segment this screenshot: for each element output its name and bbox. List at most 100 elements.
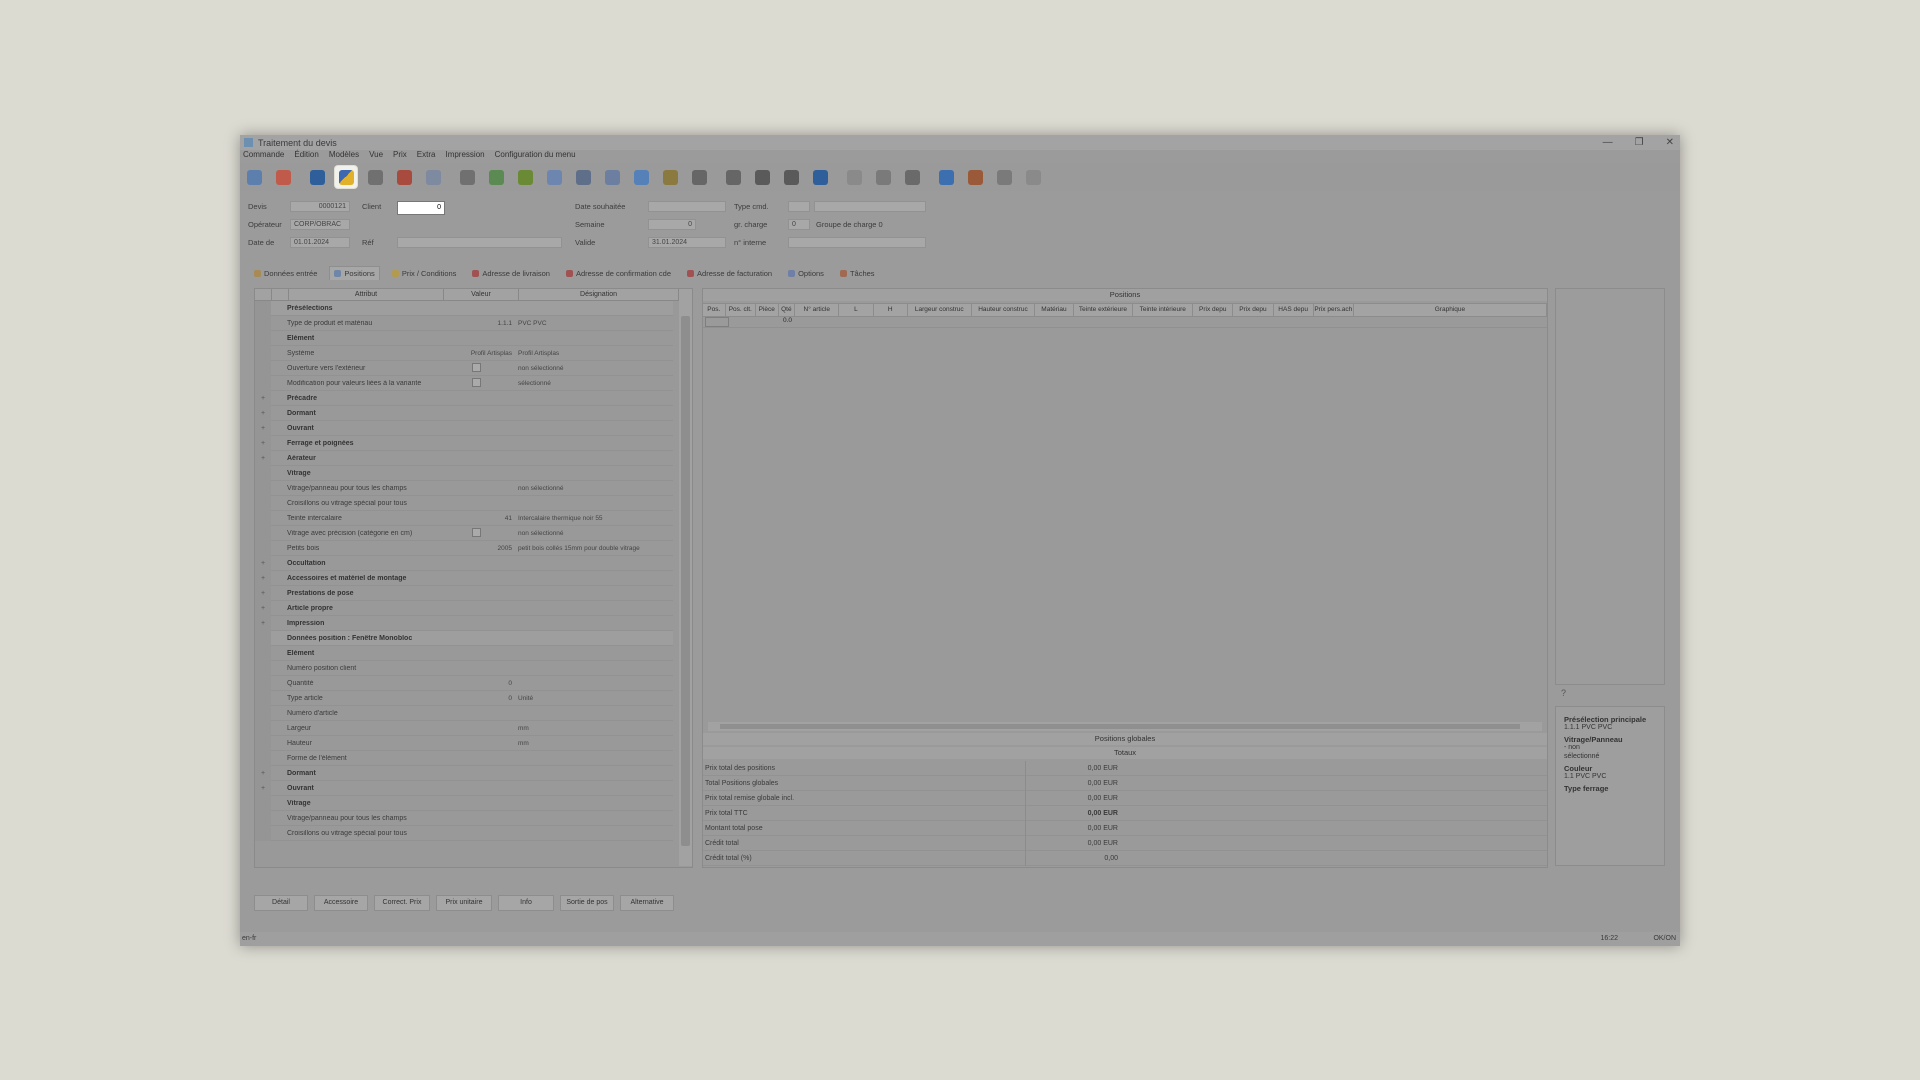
menu-item[interactable]: Impression [445, 150, 484, 162]
attribute-value[interactable] [441, 527, 515, 539]
user-tools-button[interactable] [335, 166, 357, 188]
client-input[interactable]: 0 [397, 201, 445, 215]
attribute-row[interactable]: Élément [255, 645, 673, 661]
expand-toggle[interactable]: + [255, 585, 271, 601]
attribute-row[interactable]: Présélections [255, 300, 673, 316]
hammer-button[interactable] [514, 166, 536, 188]
attribute-row[interactable]: + Ferrage et poignées [255, 435, 673, 451]
document-button[interactable] [422, 166, 444, 188]
help-icon[interactable]: ? [1561, 688, 1566, 698]
attribute-row[interactable]: Vitrage avec précision (catégorie en cm)… [255, 525, 673, 541]
column-header[interactable]: H [874, 304, 908, 316]
attribute-row[interactable]: Vitrage [255, 465, 673, 481]
print-button[interactable] [456, 166, 478, 188]
bottom-button-3[interactable]: Prix unitaire [436, 895, 492, 911]
tab-5[interactable]: Adresse de facturation [683, 266, 776, 280]
arrow-right-button[interactable] [630, 166, 652, 188]
disk-button[interactable] [688, 166, 710, 188]
column-header[interactable]: Largeur construc [908, 304, 972, 316]
column-header[interactable]: Pièce [756, 304, 779, 316]
attribute-value[interactable]: 2005 [441, 545, 515, 552]
clipboard-button[interactable] [1022, 166, 1044, 188]
totals-bar[interactable]: Totaux [703, 747, 1547, 759]
attribute-row[interactable]: Numéro d'article [255, 705, 673, 721]
search-button[interactable] [364, 166, 386, 188]
bottom-button-4[interactable]: Info [498, 895, 554, 911]
column-header[interactable]: N° article [795, 304, 840, 316]
positions-row[interactable]: 0.0 [703, 316, 1547, 328]
attribute-value[interactable]: 0 [441, 695, 515, 702]
tab-1[interactable]: Positions [329, 266, 380, 280]
expand-toggle[interactable]: + [255, 405, 271, 421]
column-header[interactable]: Teinte extérieure [1074, 304, 1134, 316]
attribute-row[interactable]: + Impression [255, 615, 673, 631]
attribute-row[interactable]: Élément [255, 330, 673, 346]
attribute-row[interactable]: + Précadre [255, 390, 673, 406]
expand-toggle[interactable]: + [255, 420, 271, 436]
expand-toggle[interactable]: + [255, 615, 271, 631]
valide-field[interactable]: 31.01.2024 [648, 237, 726, 248]
column-header[interactable]: L [839, 304, 874, 316]
pencil-button[interactable] [809, 166, 831, 188]
attribute-row[interactable]: Vitrage/panneau pour tous les champs [255, 810, 673, 826]
bottom-button-2[interactable]: Correct. Prix [374, 895, 430, 911]
operateur-field[interactable]: CORP/OBRAC [290, 219, 350, 230]
attribute-row[interactable]: Forme de l'élément [255, 750, 673, 766]
column-header[interactable]: Prix depu [1193, 304, 1234, 316]
attribute-row[interactable]: Teinte intercalaire 41 Intercalaire thermi… [255, 510, 673, 526]
attribute-row[interactable]: + Dormant [255, 405, 673, 421]
table-button[interactable] [543, 166, 565, 188]
column-header-attribut[interactable]: Attribut [289, 289, 444, 300]
hand-button[interactable] [843, 166, 865, 188]
calc-button[interactable] [751, 166, 773, 188]
info-button[interactable] [901, 166, 923, 188]
pin-button[interactable] [964, 166, 986, 188]
checkbox[interactable] [472, 377, 481, 387]
attribute-row[interactable]: Numéro position client [255, 660, 673, 676]
attribute-row[interactable]: Largeur mm [255, 720, 673, 736]
n-interne-field[interactable] [788, 237, 926, 248]
expand-toggle[interactable]: + [255, 450, 271, 466]
home-button[interactable] [243, 166, 265, 188]
attribute-row[interactable]: + Article propre [255, 600, 673, 616]
expand-toggle[interactable]: + [255, 555, 271, 571]
split-button[interactable] [572, 166, 594, 188]
menu-item[interactable]: Configuration du menu [495, 150, 576, 162]
column-header[interactable]: HAS depu [1274, 304, 1314, 316]
expand-toggle[interactable]: + [255, 435, 271, 451]
menu-item[interactable]: Commande [243, 150, 284, 162]
column-header[interactable]: Prix pers.ach [1314, 304, 1354, 316]
tab-6[interactable]: Options [784, 266, 828, 280]
save-button[interactable] [306, 166, 328, 188]
attribute-row[interactable]: Données position : Fenêtre Monobloc [255, 630, 673, 646]
column-header[interactable]: Hauteur construc [972, 304, 1036, 316]
column-header[interactable]: Qté [779, 304, 796, 316]
tab-7[interactable]: Tâches [836, 266, 879, 280]
level-button[interactable] [659, 166, 681, 188]
close-button[interactable]: ✕ [1666, 137, 1674, 148]
attribute-value[interactable]: 0 [441, 680, 515, 687]
attribute-row[interactable]: Type de produit et matériau 1.1.1 PVC PVC [255, 315, 673, 331]
bottom-button-5[interactable]: Sortie de pos [560, 895, 614, 911]
sync-button[interactable] [935, 166, 957, 188]
undo-button[interactable] [872, 166, 894, 188]
tab-2[interactable]: Prix / Conditions [388, 266, 461, 280]
menu-item[interactable]: Édition [294, 150, 318, 162]
tab-3[interactable]: Adresse de livraison [468, 266, 554, 280]
attribute-value[interactable] [441, 377, 515, 389]
attribute-value[interactable] [441, 362, 515, 374]
attribute-row[interactable]: Vitrage/panneau pour tous les champs non … [255, 480, 673, 496]
attribute-row[interactable]: + Ouvrant [255, 780, 673, 796]
refresh-button[interactable] [393, 166, 415, 188]
menu-item[interactable]: Extra [417, 150, 436, 162]
menu-item[interactable]: Modèles [329, 150, 359, 162]
stop-button[interactable] [272, 166, 294, 188]
color-button[interactable] [485, 166, 507, 188]
attribute-row[interactable]: Croisillons ou vitrage spécial pour tous [255, 495, 673, 511]
attribute-row[interactable]: Système Profil Artisplas Profil Artisplas [255, 345, 673, 361]
gr-charge-field[interactable]: 0 [788, 219, 810, 230]
tab-4[interactable]: Adresse de confirmation cde [562, 266, 675, 280]
menu-item[interactable]: Vue [369, 150, 383, 162]
column-header[interactable]: Prix depu [1233, 304, 1274, 316]
column-header-designation[interactable]: Désignation [519, 289, 679, 300]
